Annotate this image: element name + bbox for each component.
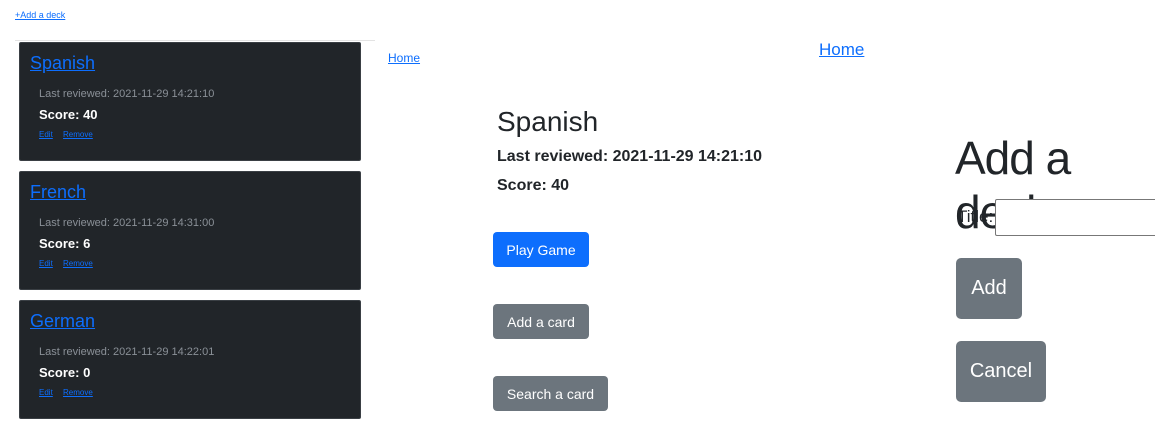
deck-title-link[interactable]: French: [30, 182, 86, 203]
deck-score: Score: 6: [39, 236, 91, 251]
deck-actions: Edit Remove: [39, 259, 101, 268]
add-deck-link[interactable]: +Add a deck: [15, 10, 65, 20]
deck-card-german: German Last reviewed: 2021-11-29 14:22:0…: [19, 300, 361, 419]
title-label: Title:: [957, 207, 994, 226]
deck-score: Score: 40: [39, 107, 98, 122]
deck-card-french: French Last reviewed: 2021-11-29 14:31:0…: [19, 171, 361, 290]
search-card-button[interactable]: Search a card: [493, 376, 608, 411]
deck-detail-title: Spanish: [497, 106, 599, 137]
add-card-button[interactable]: Add a card: [493, 304, 589, 339]
deck-remove-link[interactable]: Remove: [63, 388, 93, 397]
divider: [15, 40, 375, 41]
deck-detail-score: Score: 40: [497, 177, 570, 194]
deck-card-spanish: Spanish Last reviewed: 2021-11-29 14:21:…: [19, 42, 361, 161]
deck-title-link[interactable]: German: [30, 311, 95, 332]
cancel-button[interactable]: Cancel: [956, 341, 1046, 402]
deck-remove-link[interactable]: Remove: [63, 130, 93, 139]
deck-detail-last-reviewed: Last reviewed: 2021-11-29 14:21:10: [497, 148, 763, 165]
deck-edit-link[interactable]: Edit: [39, 259, 53, 268]
deck-last-reviewed: Last reviewed: 2021-11-29 14:22:01: [39, 346, 215, 358]
deck-score: Score: 0: [39, 365, 91, 380]
home-link[interactable]: Home: [388, 51, 420, 65]
deck-actions: Edit Remove: [39, 388, 101, 397]
deck-edit-link[interactable]: Edit: [39, 388, 53, 397]
deck-edit-link[interactable]: Edit: [39, 130, 53, 139]
title-input[interactable]: [995, 199, 1155, 236]
home-link-large[interactable]: Home: [819, 40, 864, 60]
add-button[interactable]: Add: [956, 258, 1022, 319]
deck-last-reviewed: Last reviewed: 2021-11-29 14:21:10: [39, 88, 215, 100]
deck-actions: Edit Remove: [39, 130, 101, 139]
deck-last-reviewed: Last reviewed: 2021-11-29 14:31:00: [39, 217, 215, 229]
play-game-button[interactable]: Play Game: [493, 232, 589, 267]
deck-remove-link[interactable]: Remove: [63, 259, 93, 268]
deck-title-link[interactable]: Spanish: [30, 53, 95, 74]
